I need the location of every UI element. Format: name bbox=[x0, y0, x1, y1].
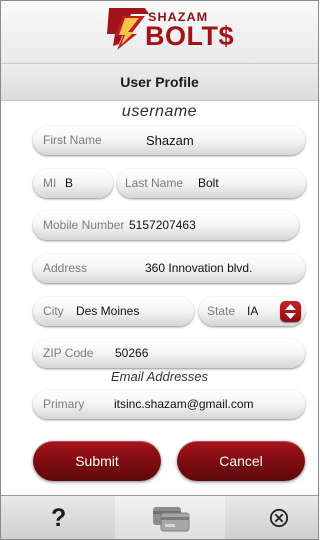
zip-code-value: 50266 bbox=[115, 346, 149, 360]
username-label: username bbox=[121, 103, 198, 120]
cards-icon bbox=[153, 507, 190, 532]
last-name-label: Last Name bbox=[125, 176, 184, 190]
tab-cards[interactable] bbox=[115, 496, 225, 539]
cancel-button[interactable]: Cancel bbox=[177, 441, 305, 481]
tab-help[interactable]: ? bbox=[1, 496, 115, 539]
page-title: User Profile bbox=[1, 64, 318, 101]
city-label: City bbox=[43, 304, 64, 318]
mobile-number-field[interactable]: Mobile Number 5157207463 bbox=[33, 211, 299, 240]
last-name-field[interactable]: Last Name Bolt bbox=[117, 169, 306, 198]
city-field[interactable]: City Des Moines bbox=[33, 297, 194, 326]
first-name-label: First Name bbox=[43, 133, 102, 147]
up-down-arrows-icon bbox=[285, 304, 296, 319]
app-header: SHAZAM BOLT$ bbox=[1, 1, 318, 64]
zip-code-field[interactable]: ZIP Code 50266 bbox=[33, 339, 305, 368]
bottom-tab-bar: ? bbox=[1, 495, 318, 539]
tab-close[interactable] bbox=[225, 496, 318, 539]
mobile-number-label: Mobile Number bbox=[43, 218, 125, 232]
address-label: Address bbox=[43, 261, 88, 275]
primary-email-label: Primary bbox=[43, 397, 85, 411]
primary-email-field[interactable]: Primary itsinc.shazam@gmail.com bbox=[33, 390, 305, 419]
middle-initial-value: B bbox=[65, 176, 74, 190]
question-icon: ? bbox=[51, 504, 67, 532]
submit-button[interactable]: Submit bbox=[33, 441, 161, 481]
state-value: IA bbox=[247, 304, 259, 318]
middle-initial-field[interactable]: MI B bbox=[33, 169, 113, 198]
mobile-number-value: 5157207463 bbox=[129, 218, 196, 232]
city-value: Des Moines bbox=[76, 304, 140, 318]
state-label: State bbox=[207, 304, 236, 318]
first-name-field[interactable]: First Name Shazam bbox=[33, 126, 305, 155]
address-field[interactable]: Address 360 Innovation blvd. bbox=[33, 254, 305, 283]
logo-text-bolts: BOLT$ bbox=[145, 21, 234, 51]
middle-initial-label: MI bbox=[43, 176, 57, 190]
email-addresses-heading: Email Addresses bbox=[110, 369, 209, 384]
primary-email-value: itsinc.shazam@gmail.com bbox=[114, 397, 254, 411]
last-name-value: Bolt bbox=[198, 176, 219, 190]
shazam-bolts-logo: SHAZAM BOLT$ bbox=[105, 4, 255, 60]
first-name-value: Shazam bbox=[146, 133, 194, 148]
address-value: 360 Innovation blvd. bbox=[145, 261, 253, 275]
close-circle-icon bbox=[269, 508, 289, 528]
state-stepper[interactable] bbox=[280, 301, 301, 322]
app-screen: SHAZAM BOLT$ User Profile username First… bbox=[0, 0, 319, 540]
state-field[interactable]: State IA bbox=[199, 297, 305, 326]
zip-code-label: ZIP Code bbox=[43, 346, 94, 360]
